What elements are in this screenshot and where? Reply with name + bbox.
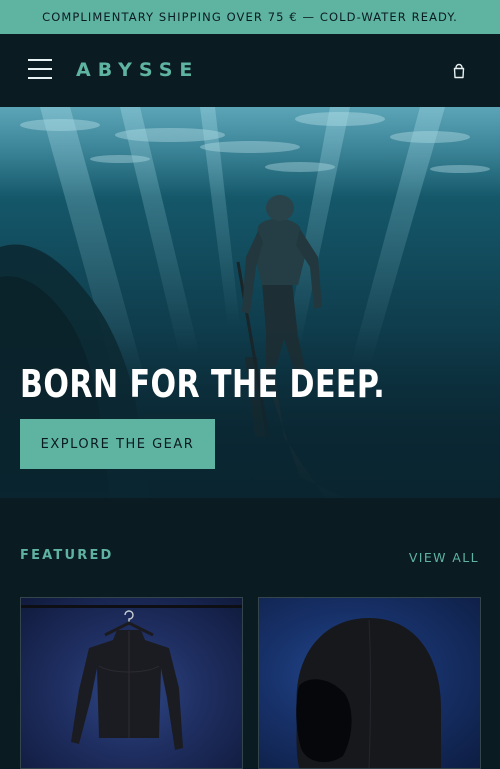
hamburger-menu-icon	[28, 59, 52, 61]
cart-button[interactable]	[451, 63, 467, 79]
explore-gear-button[interactable]: EXPLORE THE GEAR	[20, 419, 215, 469]
announcement-bar: COMPLIMENTARY SHIPPING OVER 75 € — COLD-…	[0, 0, 500, 34]
site-header: ABYSSE	[0, 34, 500, 107]
view-all-link[interactable]: VIEW ALL	[409, 550, 479, 565]
hero-banner: BORN FOR THE DEEP. EXPLORE THE GEAR	[0, 107, 500, 498]
menu-button[interactable]	[28, 59, 52, 81]
product-card-wetsuit[interactable]	[20, 597, 243, 769]
wetsuit-image	[21, 605, 242, 750]
product-card-hood[interactable]	[258, 597, 481, 769]
featured-heading: FEATURED	[20, 548, 114, 563]
hero-title: BORN FOR THE DEEP.	[20, 362, 386, 406]
announcement-text: COMPLIMENTARY SHIPPING OVER 75 € — COLD-…	[42, 10, 458, 24]
shopping-bag-icon	[453, 63, 465, 79]
hood-image	[296, 618, 441, 768]
logo[interactable]: ABYSSE	[76, 59, 199, 81]
